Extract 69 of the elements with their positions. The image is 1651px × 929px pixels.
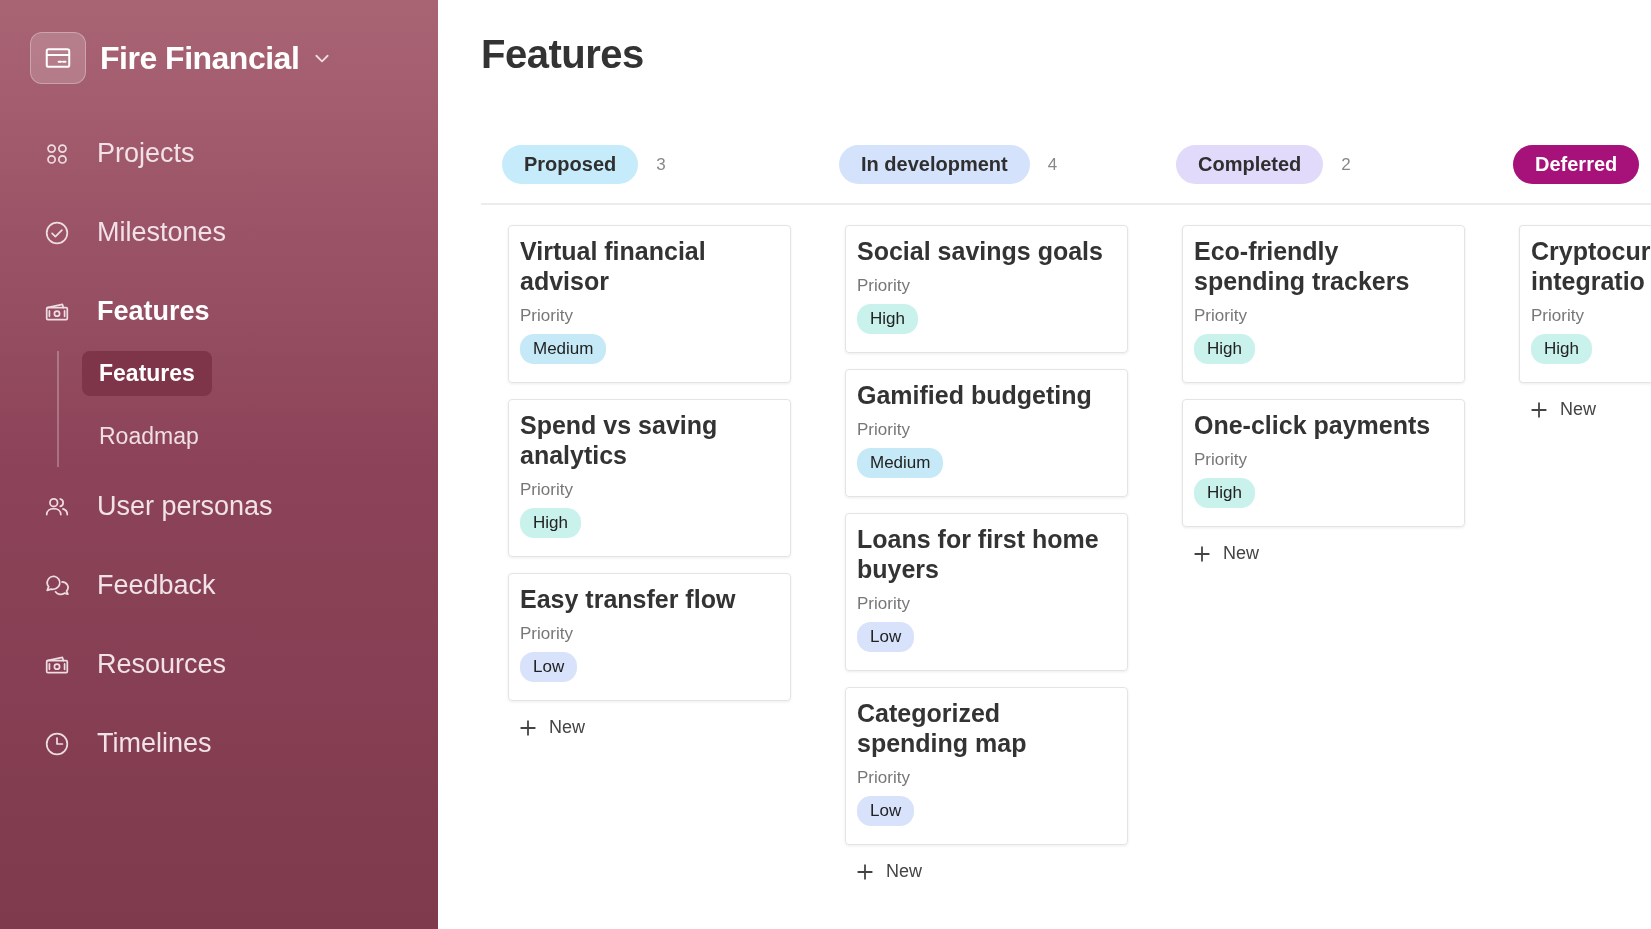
workspace-logo[interactable]: [30, 32, 86, 84]
field-label: Priority: [520, 624, 574, 644]
column-label: Completed: [1176, 145, 1324, 184]
feature-card[interactable]: Cryptocur integratio Priority High: [1519, 225, 1651, 383]
feature-card[interactable]: Eco-friendly spending trackers Priority High: [1182, 225, 1465, 383]
new-card-button[interactable]: New: [1182, 543, 1465, 564]
feature-card[interactable]: Categorized spending map Priority Low: [845, 687, 1128, 845]
card-title: Social savings goals: [857, 236, 1104, 266]
priority-tag: Low: [857, 622, 915, 652]
page-title: Features: [481, 32, 645, 77]
sidebar-item[interactable]: Projects: [30, 114, 438, 193]
card-title: Cryptocur integratio: [1531, 236, 1651, 296]
feature-card[interactable]: Loans for first home buyers Priority Low: [845, 513, 1128, 671]
field-label: Priority: [1194, 450, 1248, 470]
field-label: Priority: [1194, 306, 1248, 326]
field-label: Priority: [857, 768, 911, 788]
new-card-button[interactable]: New: [1519, 399, 1651, 420]
column-label: Proposed: [502, 145, 639, 184]
sidebar-item[interactable]: Timelines: [30, 704, 438, 783]
sidebar-item[interactable]: Features: [30, 272, 438, 351]
priority-tag: High: [520, 508, 581, 538]
field-label: Priority: [857, 276, 911, 296]
sidebar-item[interactable]: User personas: [30, 467, 438, 546]
sidebar-subitem[interactable]: Roadmap: [82, 414, 216, 459]
plus-icon: [1193, 544, 1211, 563]
priority-tag: High: [1194, 334, 1255, 364]
card-title: Spend vs saving analytics: [520, 410, 719, 470]
field-label: Priority: [520, 480, 574, 500]
field-label: Priority: [857, 420, 911, 440]
new-card-button[interactable]: New: [845, 861, 1128, 882]
priority-tag: Medium: [520, 334, 607, 364]
card-title: Virtual financial advisor: [520, 236, 707, 296]
card-title: Categorized spending map: [857, 698, 1028, 758]
priority-tag: High: [1194, 478, 1255, 508]
card-title: Gamified budgeting: [857, 380, 1093, 410]
feature-card[interactable]: Virtual financial advisor Priority Medium: [508, 225, 791, 383]
column-count: 2: [1341, 154, 1351, 175]
plus-icon: [519, 718, 537, 737]
new-card-button[interactable]: New: [508, 717, 791, 738]
field-label: Priority: [1531, 306, 1585, 326]
column-count: 3: [656, 154, 666, 175]
sidebar-item[interactable]: Milestones: [30, 193, 438, 272]
card-title: One-click payments: [1194, 410, 1432, 440]
priority-tag: Low: [857, 796, 915, 826]
plus-icon: [856, 862, 874, 881]
clock-icon: [44, 730, 70, 757]
feature-card[interactable]: Social savings goals Priority High: [845, 225, 1128, 353]
feature-card[interactable]: Spend vs saving analytics Priority High: [508, 399, 791, 557]
plus-icon: [1530, 400, 1548, 419]
field-label: Priority: [520, 306, 574, 326]
field-label: Priority: [857, 594, 911, 614]
feature-card[interactable]: One-click payments Priority High: [1182, 399, 1465, 527]
card-title: Eco-friendly spending trackers: [1194, 236, 1411, 296]
feature-card[interactable]: Easy transfer flow Priority Low: [508, 573, 791, 701]
priority-tag: High: [1531, 334, 1592, 364]
priority-tag: Low: [520, 652, 578, 682]
check-circle-icon: [44, 219, 70, 246]
feature-card[interactable]: Gamified budgeting Priority Medium: [845, 369, 1128, 497]
sidebar-item[interactable]: Resources: [30, 625, 438, 704]
sidebar-item[interactable]: Feedback: [30, 546, 438, 625]
workspace-name[interactable]: Fire Financial: [100, 39, 300, 77]
card-title: Easy transfer flow: [520, 584, 737, 614]
sidebar-subitem[interactable]: Features: [82, 351, 212, 396]
card-title: Loans for first home buyers: [857, 524, 1100, 584]
column-count: 4: [1047, 154, 1058, 175]
column-label: In development: [839, 145, 1030, 184]
priority-tag: Medium: [857, 448, 944, 478]
priority-tag: High: [857, 304, 918, 334]
column-label: Deferred: [1513, 145, 1640, 184]
